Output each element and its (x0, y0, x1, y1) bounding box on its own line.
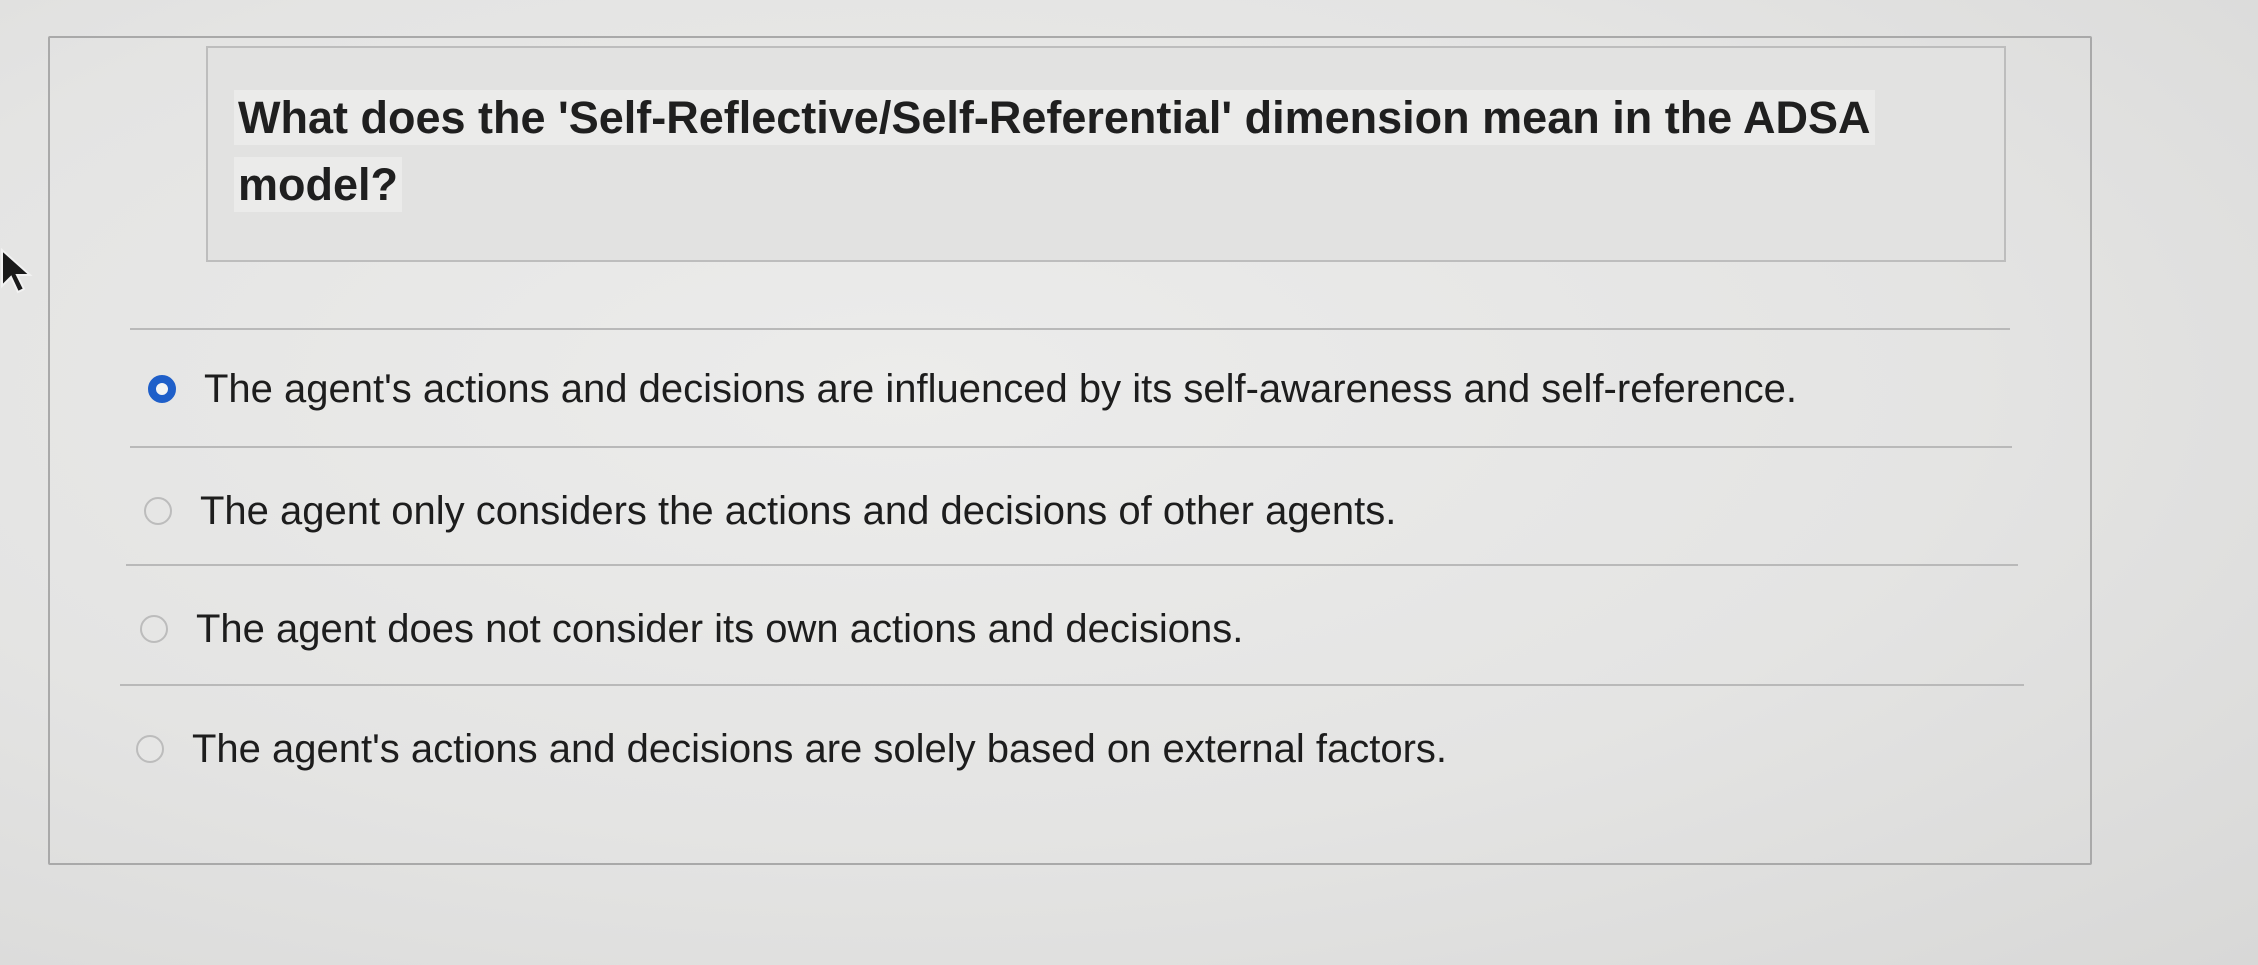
divider (126, 564, 2018, 566)
quiz-screen: What does the 'Self-Reflective/Self-Refe… (0, 0, 2258, 965)
answer-option-4[interactable]: The agent's actions and decisions are so… (136, 714, 1447, 784)
divider (120, 684, 2024, 686)
answer-option-label: The agent does not consider its own acti… (196, 606, 1244, 651)
radio-unselected-icon[interactable] (144, 497, 172, 525)
answer-option-3[interactable]: The agent does not consider its own acti… (140, 594, 1243, 664)
question-box: What does the 'Self-Reflective/Self-Refe… (206, 46, 2006, 262)
answer-option-label: The agent only considers the actions and… (200, 488, 1397, 533)
divider (130, 446, 2012, 448)
radio-unselected-icon[interactable] (136, 735, 164, 763)
mouse-pointer-icon (0, 248, 33, 294)
radio-unselected-icon[interactable] (140, 615, 168, 643)
answer-option-1[interactable]: The agent's actions and decisions are in… (148, 354, 1797, 424)
question-text: What does the 'Self-Reflective/Self-Refe… (234, 84, 1934, 218)
radio-selected-icon[interactable] (148, 375, 176, 403)
question-text-content: What does the 'Self-Reflective/Self-Refe… (234, 90, 1875, 212)
answer-option-2[interactable]: The agent only considers the actions and… (144, 476, 1396, 546)
answer-option-label: The agent's actions and decisions are in… (204, 366, 1797, 411)
answer-option-label: The agent's actions and decisions are so… (192, 726, 1448, 771)
divider-top (130, 328, 2010, 330)
